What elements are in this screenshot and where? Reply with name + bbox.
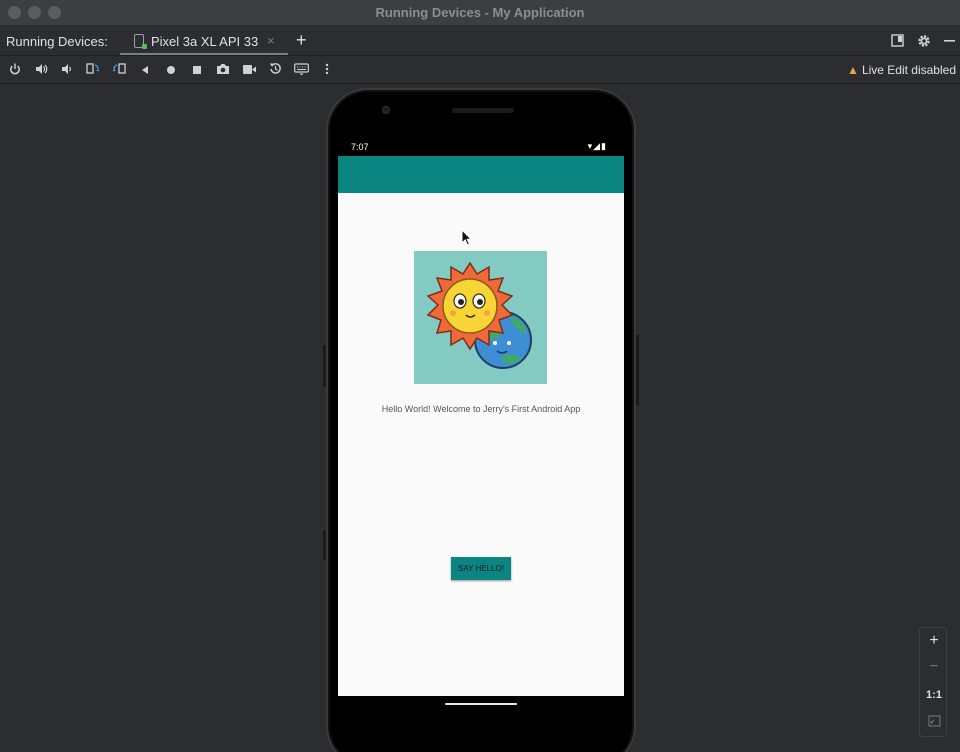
phone-frame: 7:07 ▾◢▮ Hello World! Welcome to Jerry's… xyxy=(323,88,639,752)
mouse-cursor-icon xyxy=(461,229,473,246)
power-icon[interactable] xyxy=(6,62,24,80)
rotate-right-icon[interactable] xyxy=(110,62,128,80)
app-bar xyxy=(338,156,624,193)
overview-icon[interactable] xyxy=(188,62,206,80)
more-icon[interactable] xyxy=(318,62,336,80)
add-device-button[interactable]: + xyxy=(296,30,307,51)
say-hello-button[interactable]: SAY HELLO! xyxy=(451,557,511,580)
screen-record-icon[interactable] xyxy=(240,62,258,80)
device-toolbar: ▲ Live Edit disabled xyxy=(0,57,960,84)
volume-down-icon[interactable] xyxy=(58,62,76,80)
zoom-controls: + − 1:1 xyxy=(919,627,947,737)
fit-screen-icon[interactable] xyxy=(920,714,948,732)
volume-up-icon[interactable] xyxy=(32,62,50,80)
ide-window: Running Devices - My Application Running… xyxy=(0,0,960,752)
sun-earth-illustration xyxy=(426,261,532,369)
keyboard-icon[interactable] xyxy=(292,62,310,80)
phone-power-button xyxy=(636,335,639,405)
front-camera xyxy=(382,106,390,114)
status-icons: ▾◢▮ xyxy=(587,141,607,151)
sun-earth-image xyxy=(414,251,547,384)
rotate-left-icon[interactable] xyxy=(84,62,102,80)
live-edit-status[interactable]: ▲ Live Edit disabled xyxy=(847,63,956,77)
device-canvas: 7:07 ▾◢▮ Hello World! Welcome to Jerry's… xyxy=(0,85,960,752)
tab-close-button[interactable]: × xyxy=(267,33,275,48)
minimize-panel-icon[interactable] xyxy=(943,34,956,50)
tab-bar: Running Devices: Pixel 3a XL API 33 × + xyxy=(0,27,960,56)
live-edit-label: Live Edit disabled xyxy=(861,63,956,77)
hello-text: Hello World! Welcome to Jerry's First An… xyxy=(381,404,581,414)
reset-icon[interactable] xyxy=(266,62,284,80)
window-title: Running Devices - My Application xyxy=(375,5,585,20)
tab-pixel-3a-xl[interactable]: Pixel 3a XL API 33 × xyxy=(120,27,288,55)
gear-icon[interactable] xyxy=(917,34,931,51)
device-screen[interactable]: 7:07 ▾◢▮ Hello World! Welcome to Jerry's… xyxy=(338,140,624,696)
home-icon[interactable] xyxy=(162,62,180,80)
phone-side-button xyxy=(323,345,326,387)
status-bar: 7:07 ▾◢▮ xyxy=(338,140,624,156)
gesture-home-bar[interactable] xyxy=(445,703,517,705)
running-devices-label: Running Devices: xyxy=(6,34,108,49)
tab-label: Pixel 3a XL API 33 xyxy=(151,34,259,49)
layout-icon[interactable] xyxy=(891,34,904,50)
earpiece-speaker xyxy=(452,108,514,113)
device-icon xyxy=(134,34,147,49)
phone-side-button xyxy=(323,530,326,560)
status-time: 7:07 xyxy=(351,142,369,152)
back-icon[interactable] xyxy=(136,62,154,80)
warning-icon: ▲ xyxy=(847,63,859,77)
zoom-in-button[interactable]: + xyxy=(920,632,948,650)
actual-size-button[interactable]: 1:1 xyxy=(920,689,948,701)
screenshot-icon[interactable] xyxy=(214,62,232,80)
zoom-out-button[interactable]: − xyxy=(920,658,948,676)
title-bar: Running Devices - My Application xyxy=(0,0,960,26)
